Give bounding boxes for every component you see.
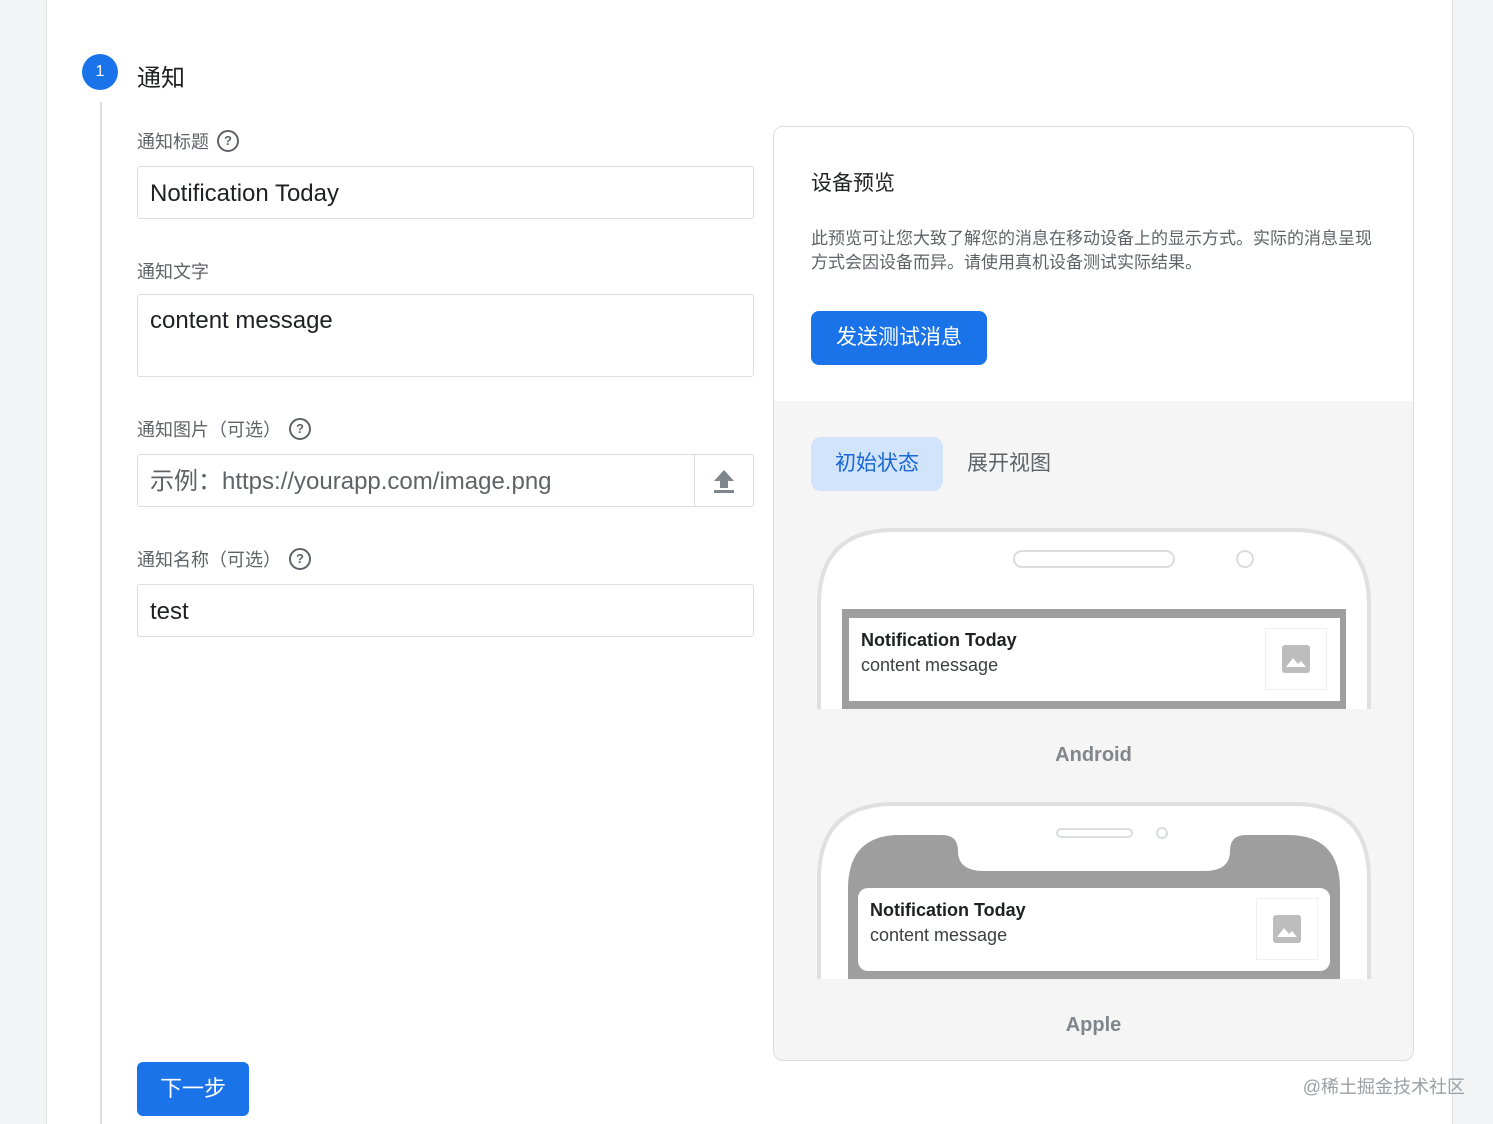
apple-label: Apple <box>1065 1014 1122 1036</box>
tab-expanded-view[interactable]: 展开视图 <box>943 437 1075 491</box>
android-notification-card: Notification Today content message <box>849 618 1340 701</box>
android-notification-body: content message <box>861 655 999 675</box>
apple-notification-thumbnail <box>1256 898 1318 960</box>
tab-initial-state[interactable]: 初始状态 <box>811 437 943 491</box>
notification-name-input[interactable]: test <box>137 584 754 637</box>
preview-header: 设备预览 此预览可让您大致了解您的消息在移动设备上的显示方式。实际的消息呈现方式… <box>774 127 1413 401</box>
step-connector-line <box>100 102 102 1124</box>
notification-image-label-row: 通知图片（可选） ? <box>137 416 311 442</box>
apple-notification-card: Notification Today content message <box>858 888 1330 971</box>
step-number-badge: 1 <box>82 54 118 90</box>
notification-title-input[interactable]: Notification Today <box>137 166 754 219</box>
notification-name-label: 通知名称（可选） <box>137 550 281 570</box>
upload-image-button[interactable] <box>694 454 754 507</box>
android-notification-thumbnail <box>1265 628 1327 690</box>
upload-icon <box>714 469 734 493</box>
next-button[interactable]: 下一步 <box>137 1062 249 1116</box>
preview-title: 设备预览 <box>811 172 895 195</box>
help-icon[interactable]: ? <box>289 418 311 440</box>
notification-title-label-row: 通知标题 ? <box>137 128 239 154</box>
preview-description: 此预览可让您大致了解您的消息在移动设备上的显示方式。实际的消息呈现方式会因设备而… <box>811 229 1372 272</box>
android-notification-title: Notification Today <box>861 630 1017 650</box>
notification-text-label-row: 通知文字 <box>137 258 209 284</box>
apple-notification-title: Notification Today <box>870 900 1026 920</box>
notification-image-url-input[interactable]: 示例：https://yourapp.com/image.png <box>137 454 695 507</box>
image-placeholder-icon <box>1282 645 1310 673</box>
notification-title-label: 通知标题 <box>137 132 209 152</box>
watermark: @稀土掘金技术社区 <box>1302 1077 1465 1097</box>
notification-text-input[interactable]: content message <box>137 294 754 377</box>
image-placeholder-icon <box>1273 915 1301 943</box>
help-icon[interactable]: ? <box>289 548 311 570</box>
notification-image-label: 通知图片（可选） <box>137 420 281 440</box>
notification-name-label-row: 通知名称（可选） ? <box>137 546 311 572</box>
help-icon[interactable]: ? <box>217 130 239 152</box>
android-label: Android <box>1055 744 1132 766</box>
apple-notification-body: content message <box>870 925 1008 945</box>
notification-text-label: 通知文字 <box>137 262 209 282</box>
send-test-message-button[interactable]: 发送测试消息 <box>811 311 987 365</box>
device-preview-panel: 设备预览 此预览可让您大致了解您的消息在移动设备上的显示方式。实际的消息呈现方式… <box>773 126 1414 1061</box>
step-title: 通知 <box>137 65 185 92</box>
